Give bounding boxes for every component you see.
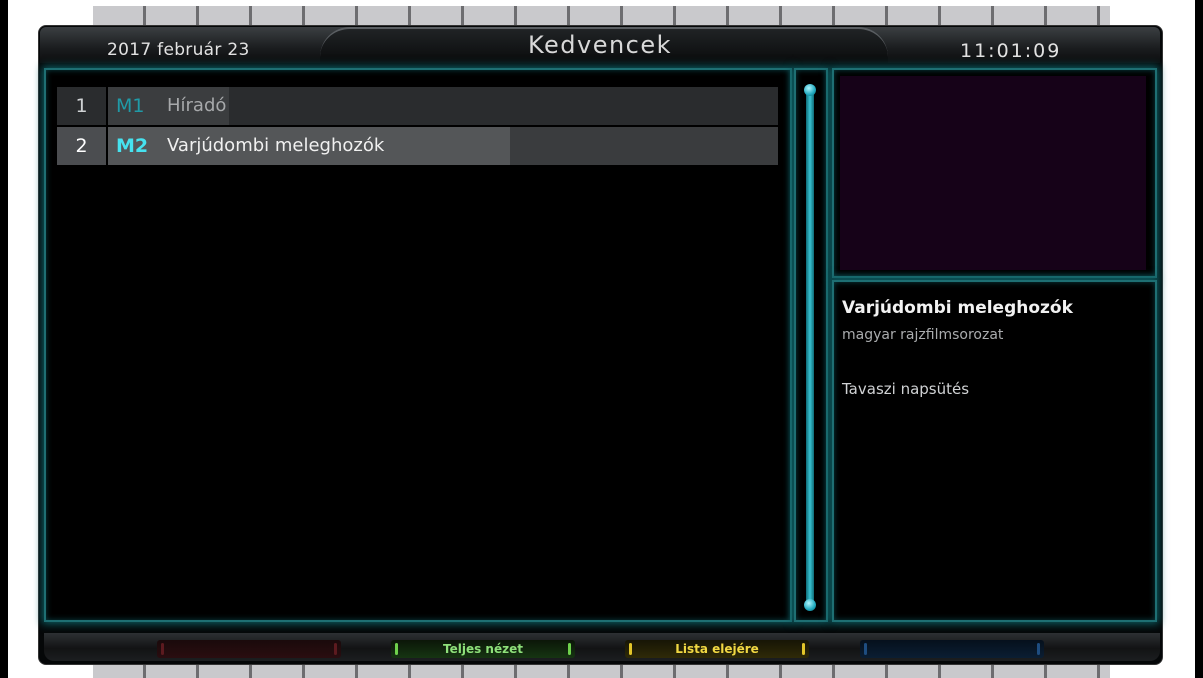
yellow-key-button[interactable]: Lista elejére bbox=[625, 640, 809, 658]
next-program-title: Tavaszi napsütés bbox=[842, 380, 970, 398]
scroll-up-knob[interactable] bbox=[804, 84, 816, 96]
channel-row-body: M1 Híradó bbox=[108, 87, 778, 125]
channel-name: Híradó bbox=[167, 95, 227, 116]
program-title: Varjúdombi meleghozók bbox=[842, 298, 1073, 318]
channel-code: M1 bbox=[116, 95, 145, 117]
green-key-button[interactable]: Teljes nézet bbox=[391, 640, 575, 658]
program-genre: magyar rajzfilmsorozat bbox=[842, 327, 1004, 343]
channel-row-body: M2 Varjúdombi meleghozók bbox=[108, 127, 778, 165]
channel-row-1[interactable]: 1 M1 Híradó bbox=[57, 87, 778, 125]
background-edge-right bbox=[1195, 0, 1203, 678]
video-preview bbox=[840, 76, 1146, 270]
channel-code: M2 bbox=[116, 135, 149, 157]
list-scrollbar[interactable] bbox=[806, 88, 814, 606]
channel-number: 2 bbox=[57, 127, 106, 165]
channel-number: 1 bbox=[57, 87, 106, 125]
red-key-button[interactable] bbox=[157, 640, 341, 658]
header-date: 2017 február 23 bbox=[107, 40, 250, 60]
header-clock: 11:01:09 bbox=[960, 40, 1062, 62]
background-edge-left bbox=[0, 0, 8, 678]
channel-name: Varjúdombi meleghozók bbox=[167, 135, 385, 156]
blue-key-button[interactable] bbox=[860, 640, 1044, 658]
channel-row-2[interactable]: 2 M2 Varjúdombi meleghozók bbox=[57, 127, 778, 165]
scroll-down-knob[interactable] bbox=[804, 599, 816, 611]
page-title: Kedvencek bbox=[527, 31, 673, 59]
